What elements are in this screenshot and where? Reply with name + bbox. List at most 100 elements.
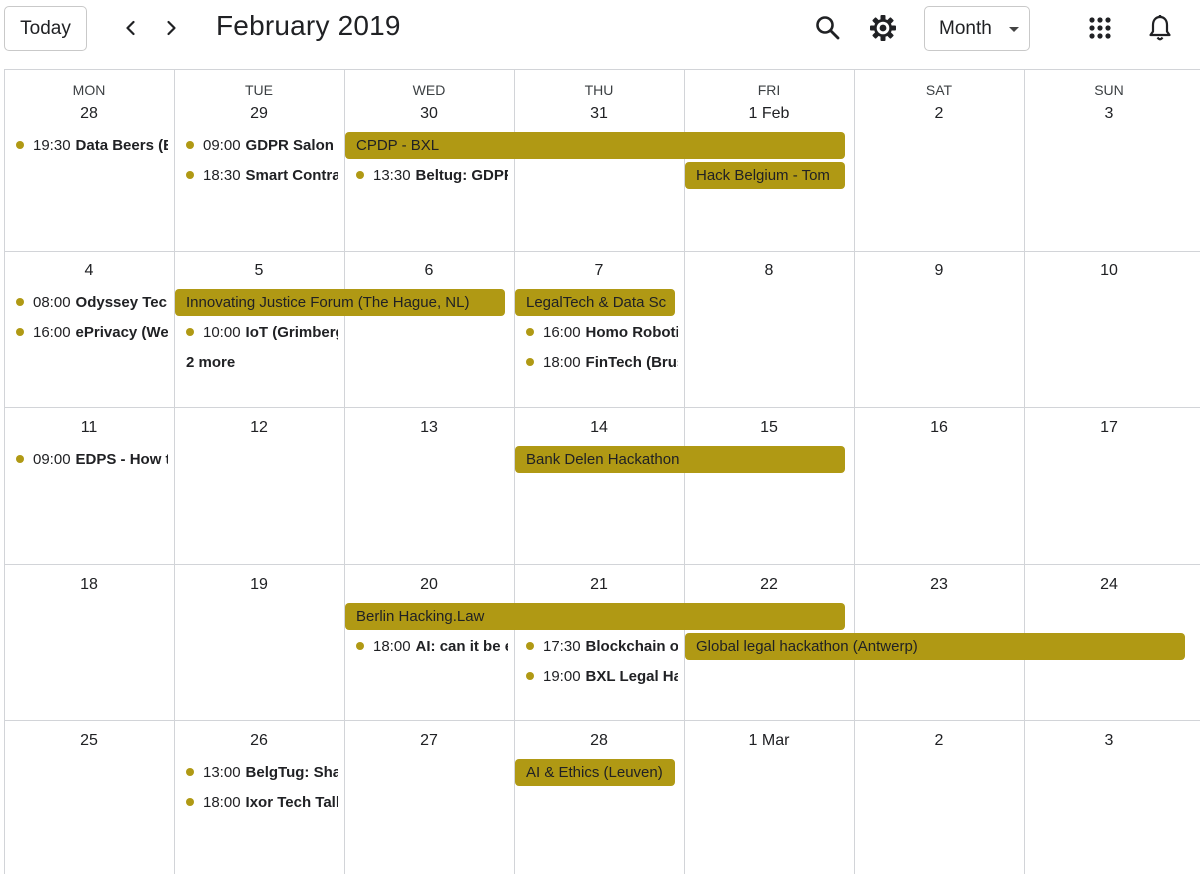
weekday-header: TUE <box>245 82 273 98</box>
day-number[interactable]: 15 <box>684 419 854 437</box>
day-number[interactable]: 22 <box>684 576 854 594</box>
day-number[interactable]: 9 <box>854 262 1024 280</box>
previous-month-button[interactable] <box>115 12 147 44</box>
calendar-event[interactable]: 13:30 Beltug: GDPR <box>356 162 508 188</box>
event-title: Data Beers (E <box>75 136 168 154</box>
calendar-event[interactable]: 13:00 BelgTug: Sha <box>186 759 338 785</box>
day-number[interactable]: 4 <box>4 262 174 280</box>
day-number[interactable]: 18 <box>4 576 174 594</box>
day-number[interactable]: 23 <box>854 576 1024 594</box>
more-events-link[interactable]: 2 more <box>186 354 235 371</box>
calendar-event[interactable]: 19:00 BXL Legal Ha <box>526 663 678 689</box>
grid-line <box>4 69 5 874</box>
day-number[interactable]: 16 <box>854 419 1024 437</box>
month-grid: MON TUE WED THU FRI SAT SUN 28 29 30 31 … <box>4 69 1200 874</box>
calendar-event[interactable]: 19:30 Data Beers (E <box>16 132 168 158</box>
calendar-event[interactable]: 18:30 Smart Contra <box>186 162 338 188</box>
event-dot-icon <box>16 328 24 336</box>
next-month-button[interactable] <box>155 12 187 44</box>
calendar-event[interactable]: 08:00 Odyssey Tech <box>16 289 168 315</box>
day-number[interactable]: 26 <box>174 732 344 750</box>
day-number[interactable]: 10 <box>1024 262 1194 280</box>
day-number[interactable]: 25 <box>4 732 174 750</box>
event-title: BXL Legal Ha <box>585 667 678 685</box>
calendar-event[interactable]: 10:00 IoT (Grimberg <box>186 319 338 345</box>
weekday-header: SUN <box>1094 82 1124 98</box>
day-number[interactable]: 31 <box>514 105 684 123</box>
day-number[interactable]: 21 <box>514 576 684 594</box>
event-time: 19:00 <box>543 667 581 685</box>
weekday-header: WED <box>412 82 446 98</box>
day-number[interactable]: 3 <box>1024 732 1194 750</box>
calendar-event[interactable]: 18:00 FinTech (Brus <box>526 349 678 375</box>
event-title: EDPS - How t <box>75 450 168 468</box>
event-time: 17:30 <box>543 637 581 655</box>
grid-line <box>4 251 1200 252</box>
today-button[interactable]: Today <box>4 6 87 51</box>
day-number[interactable]: 20 <box>344 576 514 594</box>
all-day-event-bar[interactable]: Hack Belgium - Tom <box>685 162 845 189</box>
day-number[interactable]: 14 <box>514 419 684 437</box>
view-selector-label: Month <box>939 17 992 39</box>
calendar-event[interactable]: 17:30 Blockchain or <box>526 633 678 659</box>
day-number[interactable]: 1 Feb <box>684 105 854 123</box>
all-day-event-bar[interactable]: Berlin Hacking.Law <box>345 603 845 630</box>
calendar-event[interactable]: 18:00 Ixor Tech Tall <box>186 789 338 815</box>
day-number[interactable]: 7 <box>514 262 684 280</box>
settings-button[interactable] <box>865 10 901 46</box>
grid-line <box>4 720 1200 721</box>
calendar-event[interactable]: 18:00 AI: can it be e <box>356 633 508 659</box>
event-title: Ixor Tech Tall <box>245 793 338 811</box>
day-number[interactable]: 12 <box>174 419 344 437</box>
event-title: FinTech (Brus <box>585 353 678 371</box>
day-number[interactable]: 5 <box>174 262 344 280</box>
day-number[interactable]: 1 Mar <box>684 732 854 750</box>
view-selector[interactable]: Month <box>924 6 1030 51</box>
day-number[interactable]: 30 <box>344 105 514 123</box>
event-title: Homo Roboti <box>585 323 678 341</box>
search-button[interactable] <box>810 10 846 46</box>
day-number[interactable]: 11 <box>4 419 174 437</box>
notifications-button[interactable] <box>1142 10 1178 46</box>
day-number[interactable]: 8 <box>684 262 854 280</box>
event-title: BelgTug: Sha <box>245 763 338 781</box>
event-dot-icon <box>356 642 364 650</box>
event-dot-icon <box>526 672 534 680</box>
day-number[interactable]: 28 <box>514 732 684 750</box>
event-time: 19:30 <box>33 136 71 154</box>
all-day-event-bar[interactable]: LegalTech & Data Sc <box>515 289 675 316</box>
event-time: 16:00 <box>543 323 581 341</box>
calendar-event[interactable]: 09:00 EDPS - How t <box>16 446 168 472</box>
day-number[interactable]: 2 <box>854 732 1024 750</box>
apps-button[interactable] <box>1082 10 1118 46</box>
all-day-event-bar[interactable]: AI & Ethics (Leuven) <box>515 759 675 786</box>
day-number[interactable]: 27 <box>344 732 514 750</box>
event-dot-icon <box>186 768 194 776</box>
day-number[interactable]: 29 <box>174 105 344 123</box>
all-day-event-bar[interactable]: CPDP - BXL <box>345 132 845 159</box>
month-title: February 2019 <box>216 10 401 41</box>
all-day-event-bar[interactable]: Global legal hackathon (Antwerp) <box>685 633 1185 660</box>
calendar-event[interactable]: 16:00 Homo Roboti <box>526 319 678 345</box>
grid-line <box>4 407 1200 408</box>
chevron-right-icon <box>167 20 176 36</box>
day-number[interactable]: 17 <box>1024 419 1194 437</box>
event-title: Odyssey Tech <box>75 293 168 311</box>
day-number[interactable]: 28 <box>4 105 174 123</box>
calendar-event[interactable]: 09:00 GDPR Salon 2 <box>186 132 338 158</box>
event-title: ePrivacy (We <box>75 323 168 341</box>
all-day-event-bar[interactable]: Bank Delen Hackathon <box>515 446 845 473</box>
weekday-header: MON <box>72 82 106 98</box>
day-number[interactable]: 6 <box>344 262 514 280</box>
day-number[interactable]: 19 <box>174 576 344 594</box>
search-icon <box>816 16 840 40</box>
event-time: 18:30 <box>203 166 241 184</box>
grid-line <box>514 69 515 874</box>
day-number[interactable]: 3 <box>1024 105 1194 123</box>
all-day-event-bar[interactable]: Innovating Justice Forum (The Hague, NL) <box>175 289 505 316</box>
day-number[interactable]: 13 <box>344 419 514 437</box>
day-number[interactable]: 24 <box>1024 576 1194 594</box>
day-number[interactable]: 2 <box>854 105 1024 123</box>
event-dot-icon <box>526 358 534 366</box>
calendar-event[interactable]: 16:00 ePrivacy (We <box>16 319 168 345</box>
